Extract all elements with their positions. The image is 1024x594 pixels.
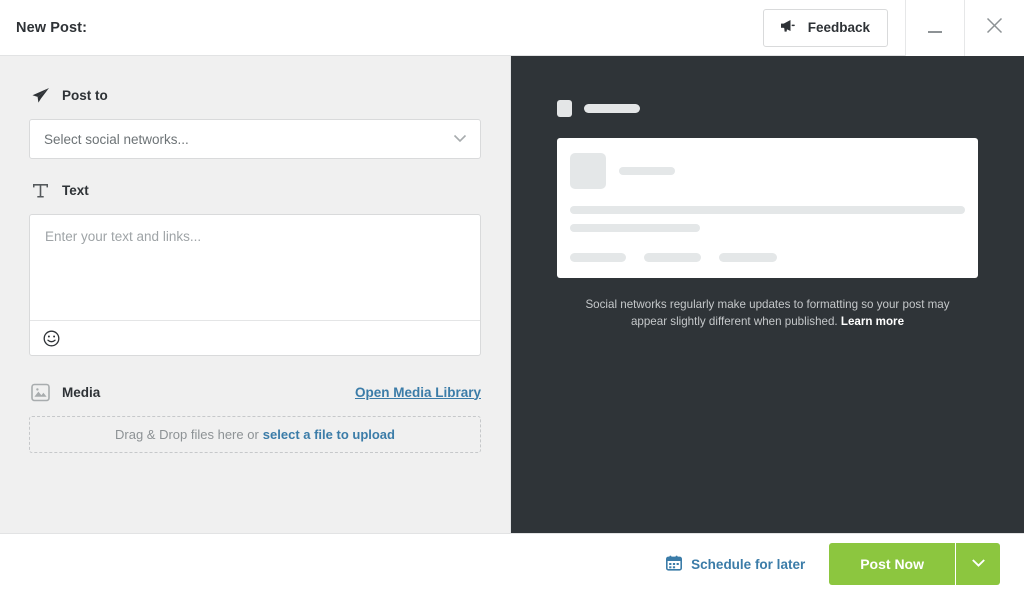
preview-action-placeholder-3 bbox=[719, 253, 777, 262]
media-header-row: Media Open Media Library bbox=[29, 381, 481, 403]
avatar-placeholder bbox=[570, 153, 606, 189]
preview-action-placeholder-2 bbox=[644, 253, 701, 262]
post-preview-panel: Social networks regularly make updates t… bbox=[511, 56, 1024, 533]
text-editor: Enter your text and links... bbox=[29, 214, 481, 356]
chevron-down-icon bbox=[453, 130, 467, 148]
page-title: New Post: bbox=[16, 19, 87, 36]
media-label-row: Media bbox=[29, 381, 100, 403]
footer-actions: Schedule for later Post Now bbox=[0, 533, 1024, 594]
social-networks-select[interactable]: Select social networks... bbox=[29, 119, 481, 159]
close-button[interactable] bbox=[964, 0, 1024, 56]
preview-network-icon-placeholder bbox=[557, 100, 572, 117]
preview-action-placeholder-1 bbox=[570, 253, 626, 262]
preview-action-row bbox=[570, 253, 965, 262]
preview-disclaimer: Social networks regularly make updates t… bbox=[557, 297, 978, 330]
close-icon bbox=[985, 16, 1004, 40]
preview-text-line-2 bbox=[570, 224, 701, 232]
author-name-placeholder bbox=[619, 167, 675, 175]
open-media-library-link[interactable]: Open Media Library bbox=[355, 385, 481, 400]
emoji-smiley-icon[interactable] bbox=[42, 329, 60, 347]
post-to-label-row: Post to bbox=[29, 84, 481, 106]
text-editor-toolbar bbox=[30, 320, 480, 355]
text-label-row: Text bbox=[29, 179, 481, 201]
paper-plane-icon bbox=[29, 84, 51, 106]
preview-author-row bbox=[570, 153, 965, 189]
social-networks-select-value: Select social networks... bbox=[44, 131, 189, 147]
learn-more-link[interactable]: Learn more bbox=[841, 315, 904, 328]
media-label: Media bbox=[62, 384, 101, 400]
post-now-button-group: Post Now bbox=[829, 543, 1000, 585]
chevron-down-icon bbox=[971, 555, 986, 573]
preview-network-header bbox=[557, 100, 978, 117]
text-t-icon bbox=[29, 179, 51, 201]
post-now-button[interactable]: Post Now bbox=[829, 543, 955, 585]
image-icon bbox=[29, 381, 51, 403]
preview-text-line-1 bbox=[570, 206, 965, 214]
media-dropzone[interactable]: Drag & Drop files here or select a file … bbox=[29, 416, 481, 453]
feedback-button-label: Feedback bbox=[807, 20, 870, 35]
text-input[interactable]: Enter your text and links... bbox=[30, 215, 480, 320]
titlebar-actions: Feedback bbox=[762, 0, 1024, 56]
titlebar: New Post: Feedback bbox=[0, 0, 1024, 56]
new-post-composer-window: New Post: Feedback Post to Select social… bbox=[0, 0, 1024, 594]
feedback-button[interactable]: Feedback bbox=[762, 8, 888, 47]
minimize-icon bbox=[928, 30, 942, 33]
megaphone-icon bbox=[780, 19, 799, 36]
post-to-label: Post to bbox=[62, 87, 108, 103]
calendar-icon bbox=[666, 555, 683, 574]
post-options-dropdown-button[interactable] bbox=[956, 543, 1000, 585]
schedule-for-later-label: Schedule for later bbox=[691, 556, 806, 572]
media-dropzone-text: Drag & Drop files here or bbox=[115, 427, 259, 442]
preview-post-card bbox=[557, 138, 978, 278]
select-file-link[interactable]: select a file to upload bbox=[263, 427, 395, 442]
minimize-button[interactable] bbox=[905, 0, 964, 56]
text-label: Text bbox=[62, 182, 89, 198]
compose-form-panel: Post to Select social networks... Text E… bbox=[0, 56, 511, 533]
preview-network-name-placeholder bbox=[584, 104, 640, 113]
schedule-for-later-button[interactable]: Schedule for later bbox=[666, 555, 805, 574]
composer-body: Post to Select social networks... Text E… bbox=[0, 56, 1024, 533]
